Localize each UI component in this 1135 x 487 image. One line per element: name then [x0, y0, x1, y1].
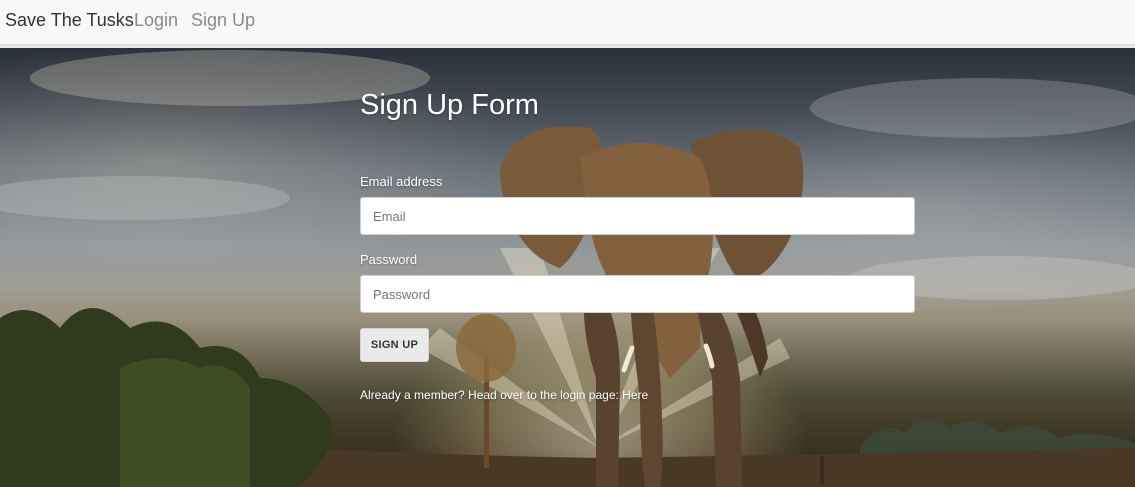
- login-here-link[interactable]: Here: [622, 388, 648, 402]
- login-prompt: Already a member? Head over to the login…: [360, 388, 648, 402]
- email-field[interactable]: [360, 197, 915, 235]
- sign-up-button[interactable]: SIGN UP: [360, 328, 429, 362]
- login-prompt-text: Already a member? Head over to the login…: [360, 388, 619, 402]
- email-label: Email address: [360, 174, 443, 189]
- hero-background-image: [0, 48, 1135, 487]
- nav-signup-link[interactable]: Sign Up: [191, 10, 255, 31]
- tree-canopy: [456, 314, 516, 382]
- nav-login-link[interactable]: Login: [134, 10, 178, 31]
- brand-link[interactable]: Save The Tusks: [5, 10, 134, 31]
- navbar: Save The Tusks Login Sign Up: [0, 0, 1135, 45]
- savanna-elephant-illustration: [0, 50, 1135, 487]
- password-label: Password: [360, 252, 418, 267]
- cloud: [0, 176, 290, 220]
- bush: [120, 358, 250, 487]
- password-field[interactable]: [360, 275, 915, 313]
- fence-post: [820, 456, 824, 484]
- cloud: [810, 78, 1135, 138]
- form-title: Sign Up Form: [360, 89, 539, 121]
